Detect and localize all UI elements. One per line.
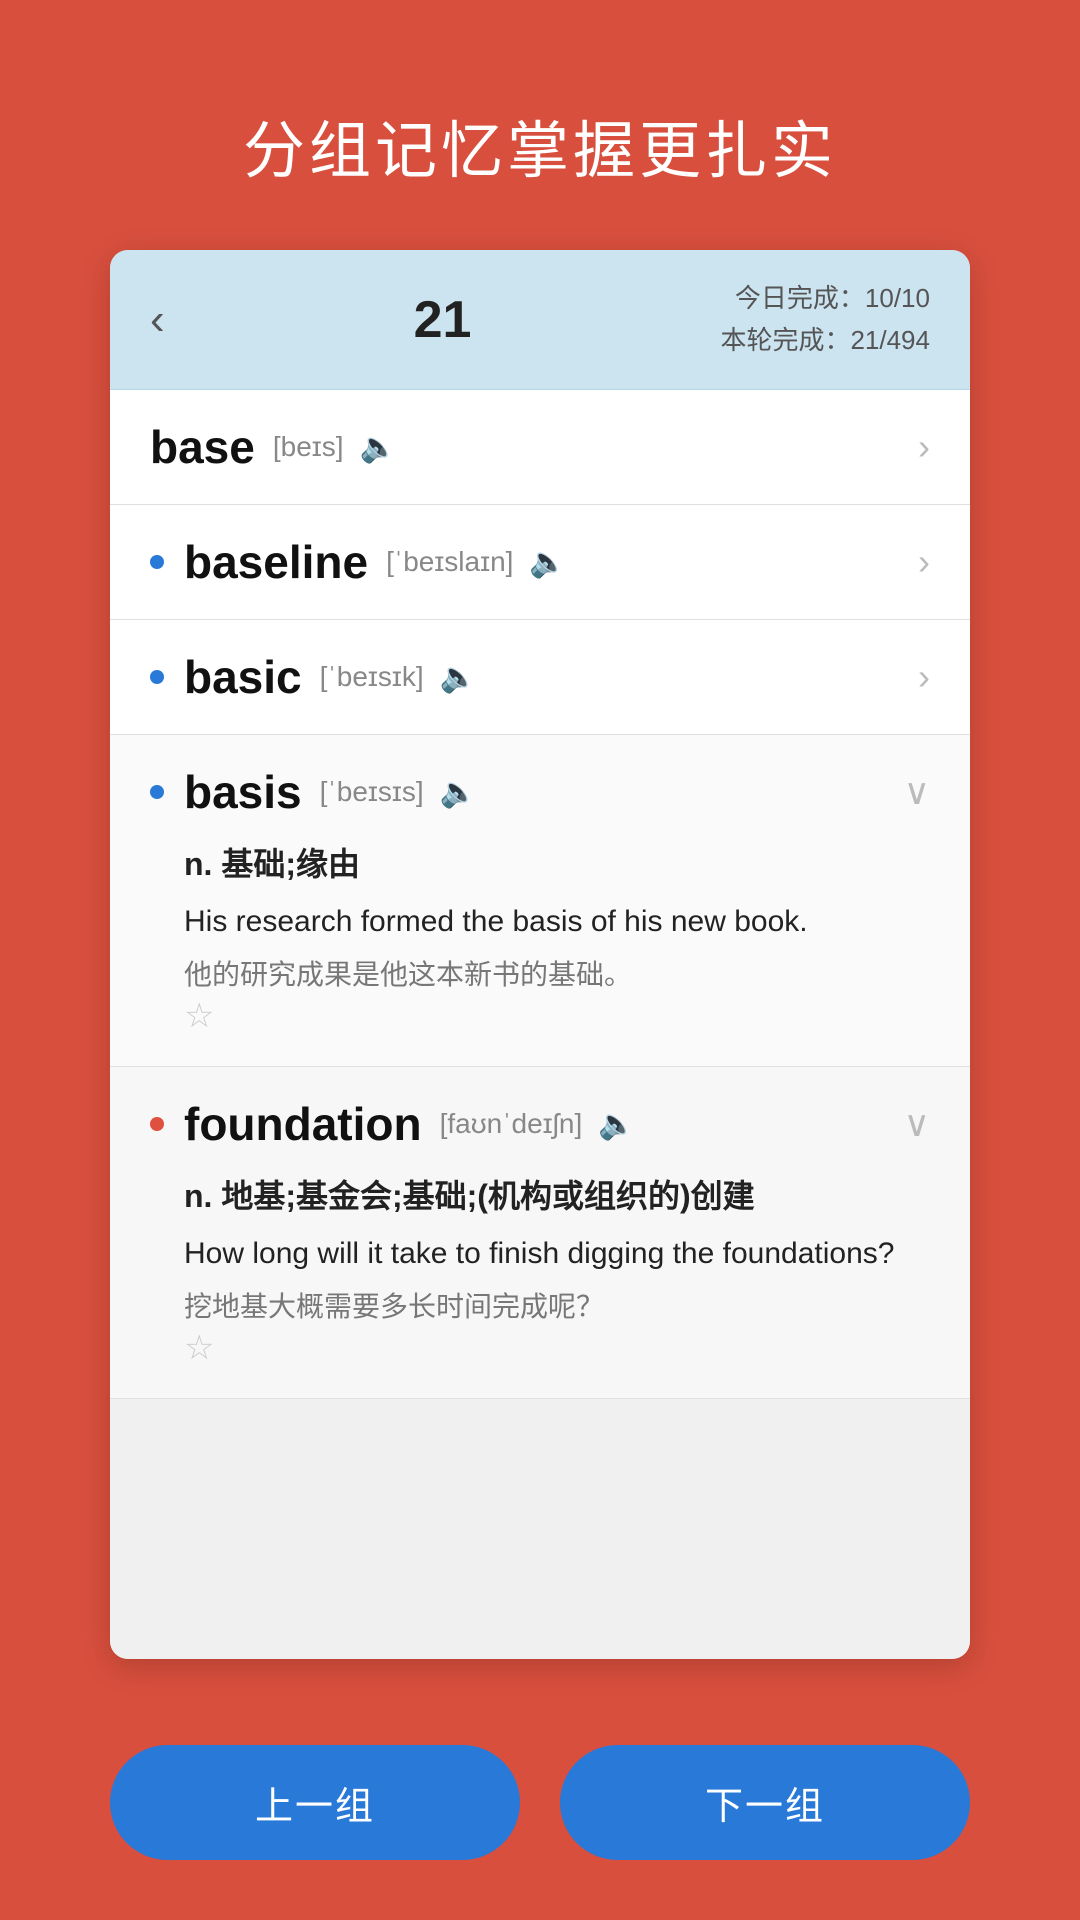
dot-basic (150, 670, 164, 684)
empty-area (110, 1399, 970, 1659)
word-row-basis[interactable]: basis [ˈbeɪsɪs] 🔈 ∨ n. 基础;缘由 His researc… (110, 735, 970, 1067)
page-title: 分组记忆掌握更扎实 (243, 100, 837, 190)
word-row-base[interactable]: base [beɪs] 🔈 › (110, 390, 970, 505)
progress-round: 本轮完成：21/494 (720, 320, 930, 362)
example-en-foundation: How long will it take to finish digging … (184, 1231, 930, 1276)
progress-today: 今日完成：10/10 (720, 278, 930, 320)
star-icon-basis[interactable]: ☆ (184, 997, 214, 1035)
chevron-down-foundation: ∨ (904, 1103, 930, 1145)
word-text-baseline: baseline (184, 535, 368, 589)
sound-icon-base[interactable]: 🔈 (360, 430, 397, 465)
chevron-right-base: › (918, 426, 930, 468)
word-phonetic-foundation: [faʊnˈdeɪʃn] (440, 1108, 583, 1140)
word-phonetic-baseline: [ˈbeɪslaɪn] (386, 546, 513, 578)
card-header: ‹ 21 今日完成：10/10 本轮完成：21/494 (110, 250, 970, 390)
chevron-right-baseline: › (918, 541, 930, 583)
back-button[interactable]: ‹ (150, 295, 165, 345)
word-phonetic-base: [beɪs] (273, 431, 344, 463)
chevron-down-basis: ∨ (904, 771, 930, 813)
definition-foundation: n. 地基;基金会;基础;(机构或组织的)创建 How long will it… (150, 1171, 930, 1368)
sound-icon-baseline[interactable]: 🔈 (529, 545, 566, 580)
dot-basis (150, 785, 164, 799)
example-cn-foundation: 挖地基大概需要多长时间完成呢？ (184, 1286, 930, 1328)
word-text-basis: basis (184, 765, 302, 819)
word-text-foundation: foundation (184, 1097, 422, 1151)
card-number: 21 (414, 290, 472, 350)
star-icon-foundation[interactable]: ☆ (184, 1329, 214, 1367)
example-cn-basis: 他的研究成果是他这本新书的基础。 (184, 954, 930, 996)
prev-group-button[interactable]: 上一组 (110, 1745, 520, 1860)
definition-basis: n. 基础;缘由 His research formed the basis o… (150, 839, 930, 1036)
word-phonetic-basis: [ˈbeɪsɪs] (320, 776, 424, 808)
word-text-basic: basic (184, 650, 302, 704)
word-row-baseline[interactable]: baseline [ˈbeɪslaɪn] 🔈 › (110, 505, 970, 620)
word-row-basic[interactable]: basic [ˈbeɪsɪk] 🔈 › (110, 620, 970, 735)
word-phonetic-basic: [ˈbeɪsɪk] (320, 661, 424, 693)
word-text-base: base (150, 420, 255, 474)
chevron-right-basic: › (918, 656, 930, 698)
def-cn-basis: n. 基础;缘由 (184, 839, 930, 885)
example-en-basis: His research formed the basis of his new… (184, 899, 930, 944)
sound-icon-basis[interactable]: 🔈 (440, 775, 477, 810)
dot-foundation (150, 1117, 164, 1131)
def-cn-foundation: n. 地基;基金会;基础;(机构或组织的)创建 (184, 1171, 930, 1217)
word-card: ‹ 21 今日完成：10/10 本轮完成：21/494 base [beɪs] … (110, 250, 970, 1659)
sound-icon-basic[interactable]: 🔈 (440, 660, 477, 695)
dot-baseline (150, 555, 164, 569)
progress-info: 今日完成：10/10 本轮完成：21/494 (720, 278, 930, 361)
bottom-buttons: 上一组 下一组 (110, 1745, 970, 1860)
sound-icon-foundation[interactable]: 🔈 (598, 1107, 635, 1142)
word-row-foundation[interactable]: foundation [faʊnˈdeɪʃn] 🔈 ∨ n. 地基;基金会;基础… (110, 1067, 970, 1399)
next-group-button[interactable]: 下一组 (560, 1745, 970, 1860)
